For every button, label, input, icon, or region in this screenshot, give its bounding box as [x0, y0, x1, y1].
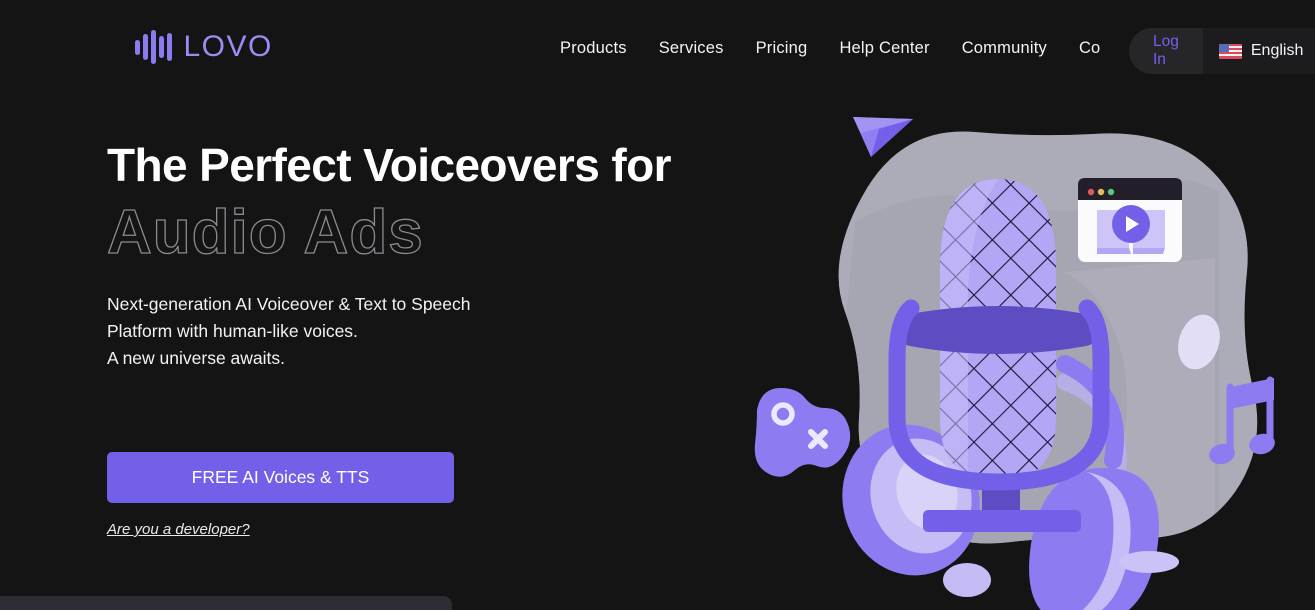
game-controller-icon: [754, 388, 851, 477]
nav-item-products[interactable]: Products: [560, 39, 627, 58]
hero-illustration: [735, 92, 1315, 610]
free-ai-voices-cta-button[interactable]: FREE AI Voices & TTS: [107, 452, 454, 503]
login-label: Log In: [1153, 33, 1179, 68]
browser-window-icon: [1078, 178, 1182, 262]
waveform-icon: [135, 30, 172, 64]
nav-item-community[interactable]: Community: [962, 39, 1047, 58]
top-navigation-bar: LOVO Products Services Pricing Help Cent…: [0, 0, 1315, 102]
hero-headline: The Perfect Voiceovers for: [107, 139, 671, 191]
lovo-landing-page: LOVO Products Services Pricing Help Cent…: [0, 0, 1315, 610]
brand-name: LOVO: [183, 30, 273, 63]
language-label: English: [1250, 42, 1304, 59]
login-button[interactable]: Log In: [1129, 28, 1203, 74]
us-flag-icon: [1218, 43, 1242, 59]
hero-headline-outline: Audio Ads: [106, 197, 424, 267]
language-selector[interactable]: English: [1202, 28, 1315, 74]
developer-link[interactable]: Are you a developer?: [107, 521, 250, 538]
nav-item-truncated[interactable]: Co: [1079, 39, 1101, 58]
hero-subtitle-line-3: A new universe awaits.: [107, 347, 286, 368]
hero-text-block: The Perfect Voiceovers for Audio Ads Nex…: [106, 139, 727, 372]
nav-item-help-center[interactable]: Help Center: [839, 39, 929, 58]
nav-item-pricing[interactable]: Pricing: [756, 39, 808, 58]
nav-item-services[interactable]: Services: [659, 39, 724, 58]
bottom-widget-bar[interactable]: [0, 596, 452, 610]
nav-right-controls: Log In English: [1129, 28, 1315, 74]
nav-links: Products Services Pricing Help Center Co…: [560, 39, 1100, 58]
hero-subtitle-line-2: Platform with human-like voices.: [107, 320, 358, 341]
hero-subtitle-line-1: Next-generation AI Voiceover & Text to S…: [107, 293, 471, 314]
hero-subtitle: Next-generation AI Voiceover & Text to S…: [107, 291, 727, 372]
brand-logo[interactable]: LOVO: [135, 30, 273, 64]
